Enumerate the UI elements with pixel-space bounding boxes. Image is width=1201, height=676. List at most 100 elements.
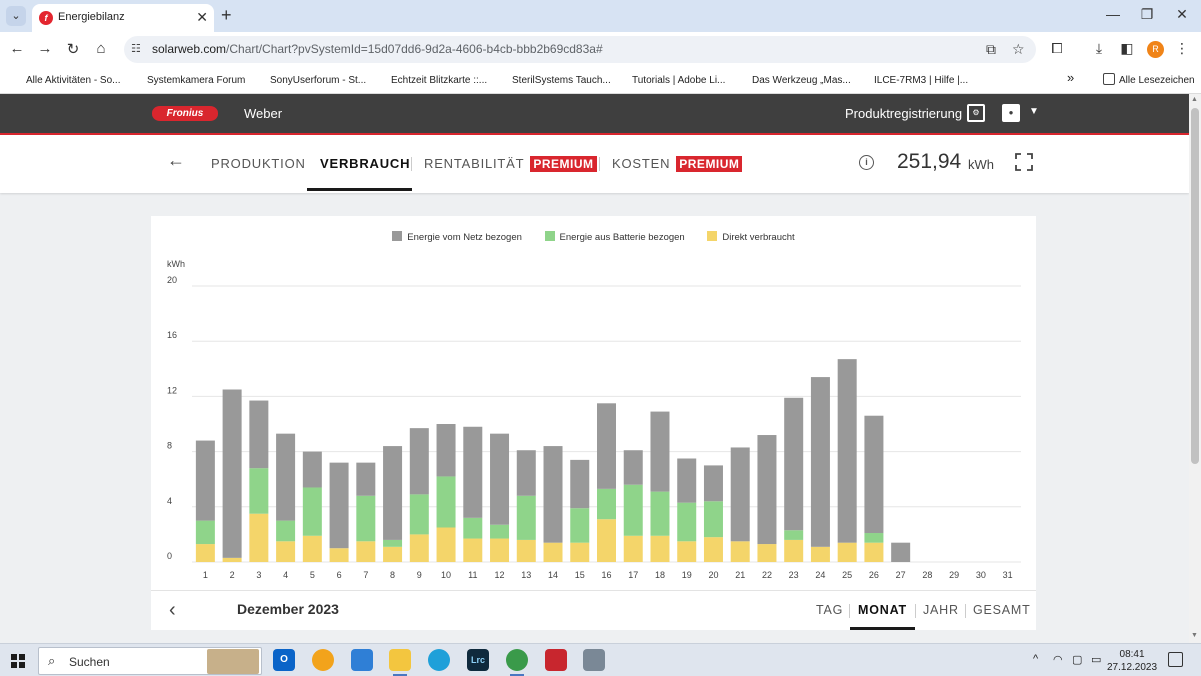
bookmark-item[interactable]: Das Werkzeug „Mas... — [736, 73, 851, 86]
bar-segment[interactable] — [436, 527, 456, 563]
bar-segment[interactable] — [543, 542, 563, 562]
bar-segment[interactable] — [757, 544, 777, 562]
bar-segment[interactable] — [356, 541, 376, 562]
period-label[interactable]: Dezember 2023 — [237, 601, 339, 617]
bar-segment[interactable] — [597, 519, 616, 562]
battery-icon[interactable]: ▭ — [1091, 653, 1101, 666]
taskbar-clock[interactable]: 08:41 27.12.2023 — [1107, 648, 1157, 674]
user-account-icon[interactable]: ● — [1002, 104, 1020, 122]
bar-segment[interactable] — [623, 535, 643, 562]
bookmark-item[interactable]: ILCE-7RM3 | Hilfe |... — [858, 73, 968, 86]
bookmark-star-icon[interactable]: ☆ — [1012, 41, 1025, 58]
bar-segment[interactable] — [677, 458, 697, 503]
bar-segment[interactable] — [516, 539, 536, 562]
bar-segment[interactable] — [677, 502, 697, 542]
bar-segment[interactable] — [195, 544, 215, 562]
bar-segment[interactable] — [597, 488, 616, 520]
bar-segment[interactable] — [409, 428, 429, 495]
system-name[interactable]: Weber — [244, 106, 282, 121]
edge-icon[interactable] — [428, 649, 450, 671]
browser-menu-icon[interactable]: ⋮ — [1172, 40, 1192, 57]
bar-segment[interactable] — [516, 450, 536, 496]
bar-segment[interactable] — [409, 494, 429, 535]
bar-segment[interactable] — [810, 546, 830, 562]
downloads-icon[interactable]: ⤓ — [1089, 40, 1109, 57]
bar-segment[interactable] — [490, 433, 510, 525]
reload-icon[interactable]: ↻ — [63, 40, 83, 58]
previous-period-chevron-icon[interactable]: ‹ — [169, 599, 176, 622]
product-registration-icon[interactable]: ⚙ — [967, 104, 985, 122]
scrollbar-thumb[interactable] — [1191, 108, 1199, 464]
browser-tab-energiebilanz[interactable]: f Energiebilanz ✕ — [32, 4, 214, 32]
scroll-up-icon[interactable]: ▲ — [1191, 96, 1198, 103]
bar-segment[interactable] — [249, 513, 269, 562]
window-close-icon[interactable]: ✕ — [1172, 6, 1192, 23]
bar-segment[interactable] — [810, 377, 830, 547]
bar-segment[interactable] — [650, 535, 670, 562]
bar-segment[interactable] — [302, 451, 322, 488]
bar-segment[interactable] — [195, 440, 215, 521]
bookmark-item[interactable]: Alle Aktivitäten - So... — [10, 73, 121, 86]
bar-segment[interactable] — [597, 403, 616, 489]
bar-segment[interactable] — [383, 546, 403, 562]
network-icon[interactable]: ◠ — [1053, 653, 1063, 666]
bar-segment[interactable] — [276, 541, 296, 562]
chrome-icon[interactable] — [506, 649, 528, 676]
tab-verbrauch[interactable]: VERBRAUCH — [320, 156, 410, 171]
range-tag-button[interactable]: TAG — [816, 603, 843, 617]
notification-icon[interactable] — [1168, 652, 1183, 667]
bar-segment[interactable] — [703, 501, 723, 538]
bar-segment[interactable] — [356, 495, 376, 542]
bar-segment[interactable] — [730, 447, 750, 542]
fullscreen-icon[interactable] — [1015, 153, 1033, 171]
bar-segment[interactable] — [891, 542, 911, 562]
device-icon[interactable]: ▢ — [1072, 653, 1082, 666]
bar-segment[interactable] — [436, 424, 456, 477]
bar-segment[interactable] — [463, 426, 483, 518]
bar-segment[interactable] — [570, 508, 590, 543]
bar-segment[interactable] — [703, 465, 723, 502]
bookmark-item[interactable]: SterilSystems Tauch... — [496, 73, 611, 86]
tab-produktion[interactable]: PRODUKTION — [211, 156, 306, 171]
user-menu-caret-icon[interactable]: ▼ — [1029, 106, 1039, 117]
back-arrow-icon[interactable]: ← — [7, 40, 27, 57]
bar-segment[interactable] — [650, 411, 670, 492]
bar-segment[interactable] — [677, 541, 697, 562]
app-icon[interactable] — [545, 649, 567, 671]
page-scrollbar[interactable]: ▲ ▼ — [1189, 94, 1201, 643]
range-monat-button[interactable]: MONAT — [858, 603, 907, 617]
range-gesamt-button[interactable]: GESAMT — [973, 603, 1031, 617]
back-arrow-icon[interactable]: ← — [167, 150, 185, 171]
bar-segment[interactable] — [490, 524, 510, 539]
bar-segment[interactable] — [463, 538, 483, 562]
photos-icon[interactable] — [351, 649, 373, 671]
bar-segment[interactable] — [703, 537, 723, 562]
bar-segment[interactable] — [570, 542, 590, 562]
info-icon[interactable]: i — [859, 155, 874, 170]
forward-arrow-icon[interactable]: → — [35, 40, 55, 57]
outlook-icon[interactable]: O — [273, 649, 295, 671]
bar-segment[interactable] — [249, 468, 269, 514]
bar-segment[interactable] — [383, 446, 403, 540]
bar-segment[interactable] — [409, 534, 429, 562]
bar-segment[interactable] — [222, 557, 242, 562]
new-tab-plus-icon[interactable]: + — [221, 5, 232, 26]
tab-kosten[interactable]: KOSTEN PREMIUM — [612, 156, 743, 172]
bar-segment[interactable] — [516, 495, 536, 540]
bar-segment[interactable] — [757, 435, 777, 545]
bar-segment[interactable] — [276, 433, 296, 521]
bar-segment[interactable] — [490, 538, 510, 562]
bar-segment[interactable] — [276, 520, 296, 542]
all-bookmarks-folder[interactable]: Alle Lesezeichen — [1103, 73, 1195, 86]
side-panel-icon[interactable]: ◧ — [1117, 40, 1137, 57]
windows-start-icon[interactable] — [11, 654, 25, 668]
site-settings-icon[interactable]: ☷ — [131, 42, 145, 56]
bar-segment[interactable] — [623, 484, 643, 536]
file-explorer-icon[interactable] — [389, 649, 411, 676]
bar-segment[interactable] — [463, 517, 483, 539]
bookmark-item[interactable]: Echtzeit Blitzkarte ::... — [375, 73, 487, 86]
taskbar-search-box[interactable]: ⌕ Suchen — [38, 647, 262, 675]
bar-segment[interactable] — [650, 491, 670, 536]
lightroom-icon[interactable]: Lrc — [467, 649, 489, 671]
bar-segment[interactable] — [864, 542, 884, 562]
